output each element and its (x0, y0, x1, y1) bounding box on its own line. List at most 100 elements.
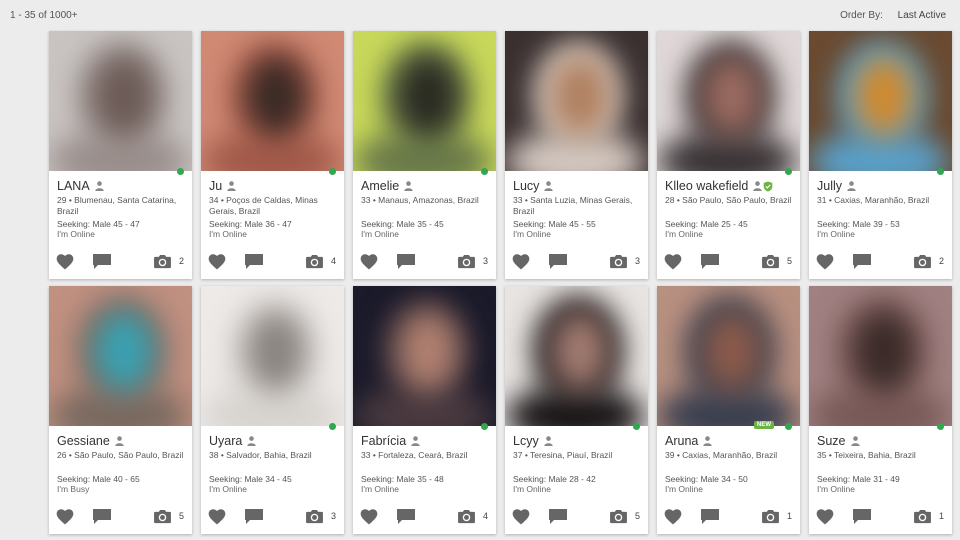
message-icon[interactable] (700, 253, 720, 270)
camera-icon[interactable] (457, 254, 476, 269)
profile-card[interactable]: Lcyy 37 • Teresina, Piauí, Brazil Seekin… (505, 286, 648, 534)
card-actions: 2 (55, 251, 186, 271)
heart-icon[interactable] (815, 507, 835, 525)
profile-seeking: Seeking: Male 31 - 49 (817, 474, 900, 484)
profile-name[interactable]: Lucy (513, 179, 539, 193)
new-badge: NEW (754, 421, 774, 429)
profile-photo[interactable] (201, 31, 344, 171)
message-icon[interactable] (852, 508, 872, 525)
order-by-control[interactable]: Order By: Last Active (840, 10, 946, 21)
profile-photo[interactable] (353, 31, 496, 171)
card-actions: 3 (207, 506, 338, 526)
profile-name[interactable]: Lcyy (513, 434, 539, 448)
message-icon[interactable] (700, 508, 720, 525)
heart-icon[interactable] (55, 507, 75, 525)
person-icon (404, 181, 413, 191)
message-icon[interactable] (852, 253, 872, 270)
camera-icon[interactable] (609, 254, 628, 269)
camera-icon[interactable] (457, 509, 476, 524)
photo-count: 1 (786, 511, 792, 521)
photo-count: 5 (178, 511, 184, 521)
message-icon[interactable] (396, 253, 416, 270)
heart-icon[interactable] (359, 252, 379, 270)
heart-icon[interactable] (663, 507, 683, 525)
heart-icon[interactable] (55, 252, 75, 270)
photo-count: 5 (634, 511, 640, 521)
profile-card[interactable]: Lucy 33 • Santa Luzia, Minas Gerais, Bra… (505, 31, 648, 279)
camera-icon[interactable] (913, 254, 932, 269)
profile-photo[interactable] (657, 31, 800, 171)
message-icon[interactable] (548, 253, 568, 270)
heart-icon[interactable] (207, 252, 227, 270)
camera-icon[interactable] (305, 509, 324, 524)
profile-card[interactable]: Klleo wakefield 28 • São Paulo, São Paul… (657, 31, 800, 279)
profile-name[interactable]: Amelie (361, 179, 399, 193)
heart-icon[interactable] (815, 252, 835, 270)
profile-name[interactable]: LANA (57, 179, 90, 193)
camera-icon[interactable] (761, 509, 780, 524)
profile-name[interactable]: Suze (817, 434, 846, 448)
profile-card[interactable]: Amelie 33 • Manaus, Amazonas, Brazil See… (353, 31, 496, 279)
heart-icon[interactable] (511, 252, 531, 270)
message-icon[interactable] (244, 253, 264, 270)
profile-card[interactable]: LANA 29 • Blumenau, Santa Catarina, Braz… (49, 31, 192, 279)
profile-photo[interactable] (49, 31, 192, 171)
profile-location: 38 • Salvador, Bahia, Brazil (209, 450, 312, 460)
online-indicator (481, 168, 488, 175)
profile-card[interactable]: Gessiane 26 • São Paulo, São Paulo, Braz… (49, 286, 192, 534)
camera-icon[interactable] (153, 254, 172, 269)
profile-seeking: Seeking: Male 28 - 42 (513, 474, 596, 484)
profile-photo[interactable] (353, 286, 496, 426)
photo-count: 4 (330, 256, 336, 266)
heart-icon[interactable] (663, 252, 683, 270)
profile-card[interactable]: Fabrícia 33 • Fortaleza, Ceará, Brazil S… (353, 286, 496, 534)
person-icon (247, 436, 257, 446)
profile-name[interactable]: Aruna (665, 434, 698, 448)
profile-name[interactable]: Gessiane (57, 434, 110, 448)
camera-icon[interactable] (153, 509, 172, 524)
camera-icon[interactable] (913, 509, 932, 524)
message-icon[interactable] (548, 508, 568, 525)
camera-icon[interactable] (761, 254, 780, 269)
profile-seeking: Seeking: Male 34 - 45 (209, 474, 292, 484)
profile-photo[interactable] (809, 31, 952, 171)
profile-location: 26 • São Paulo, São Paulo, Brazil (57, 450, 184, 460)
profile-photo[interactable] (49, 286, 192, 426)
order-by-label: Order By: (840, 10, 883, 21)
profile-photo[interactable] (505, 286, 648, 426)
heart-icon[interactable] (207, 507, 227, 525)
heart-icon[interactable] (359, 507, 379, 525)
order-by-dropdown[interactable]: Last Active (898, 10, 946, 21)
card-actions: 4 (207, 251, 338, 271)
online-indicator (937, 423, 944, 430)
profile-card[interactable]: Ju 34 • Poços de Caldas, Minas Gerais, B… (201, 31, 344, 279)
camera-icon[interactable] (609, 509, 628, 524)
results-count: 1 - 35 of 1000+ (10, 10, 78, 21)
profile-card[interactable]: Uyara 38 • Salvador, Bahia, Brazil Seeki… (201, 286, 344, 534)
profile-status: I'm Online (665, 484, 703, 494)
profile-name[interactable]: Ju (209, 179, 222, 193)
photo-count: 2 (938, 256, 944, 266)
profile-photo[interactable] (505, 31, 648, 171)
profile-name[interactable]: Uyara (209, 434, 242, 448)
profile-photo[interactable] (657, 286, 800, 426)
photo-count: 1 (938, 511, 944, 521)
profile-name[interactable]: Jully (817, 179, 842, 193)
profile-card[interactable]: Jully 31 • Caxias, Maranhão, Brazil Seek… (809, 31, 952, 279)
profile-name[interactable]: Klleo wakefield (665, 179, 748, 193)
person-icon (753, 181, 763, 191)
profile-photo[interactable] (809, 286, 952, 426)
profile-card[interactable]: Aruna 39 • Caxias, Maranhão, Brazil Seek… (657, 286, 800, 534)
message-icon[interactable] (92, 508, 112, 525)
message-icon[interactable] (396, 508, 416, 525)
profile-photo[interactable] (201, 286, 344, 426)
message-icon[interactable] (244, 508, 264, 525)
profile-status: I'm Online (817, 484, 855, 494)
profile-card[interactable]: Suze 35 • Teixeira, Bahia, Brazil Seekin… (809, 286, 952, 534)
camera-icon[interactable] (305, 254, 324, 269)
profile-seeking: Seeking: Male 39 - 53 (817, 219, 900, 229)
heart-icon[interactable] (511, 507, 531, 525)
profile-name[interactable]: Fabrícia (361, 434, 406, 448)
profile-status: I'm Online (513, 229, 551, 239)
message-icon[interactable] (92, 253, 112, 270)
